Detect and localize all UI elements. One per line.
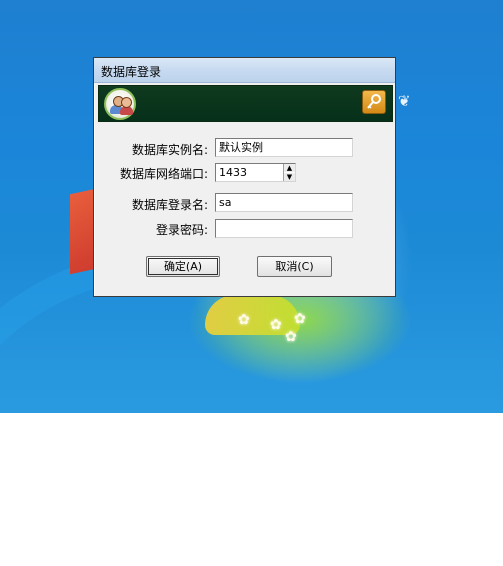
key-button[interactable] — [362, 90, 386, 114]
instance-field[interactable] — [215, 138, 353, 157]
port-label: 数据库网络端口: — [119, 167, 208, 181]
window-title: 数据库登录 — [101, 65, 162, 79]
instance-input[interactable] — [219, 140, 349, 154]
port-spinner[interactable]: ▲ ▼ — [283, 164, 295, 181]
spin-up-arrow-icon[interactable]: ▲ — [284, 164, 295, 172]
flower-icon: ✿ — [294, 311, 306, 327]
ok-button[interactable]: 确定(A) — [146, 256, 220, 277]
flower-icon: ✿ — [285, 329, 297, 345]
spin-down-arrow-icon[interactable]: ▼ — [284, 173, 295, 181]
users-avatar-icon — [104, 88, 136, 120]
key-icon — [367, 94, 381, 109]
password-label: 登录密码: — [155, 223, 208, 237]
login-name-label: 数据库登录名: — [131, 198, 208, 212]
butterfly-icon: ❦ — [398, 92, 411, 110]
database-login-window: 数据库登录 数据库实例名: 数据库网络端口: ▲ ▼ 数据库登录名: — [93, 57, 396, 297]
port-input[interactable] — [219, 166, 281, 179]
flower-icon: ✿ — [270, 317, 282, 333]
login-name-field[interactable] — [215, 193, 353, 212]
instance-label: 数据库实例名: — [131, 143, 208, 157]
port-field[interactable]: ▲ ▼ — [215, 163, 296, 182]
password-field[interactable] — [215, 219, 353, 238]
title-bar[interactable]: 数据库登录 — [94, 58, 395, 83]
cancel-button[interactable]: 取消(C) — [257, 256, 332, 277]
header-banner — [98, 85, 393, 122]
login-name-input[interactable] — [219, 196, 349, 209]
password-input[interactable] — [219, 222, 349, 235]
flower-icon: ✿ — [238, 312, 250, 328]
